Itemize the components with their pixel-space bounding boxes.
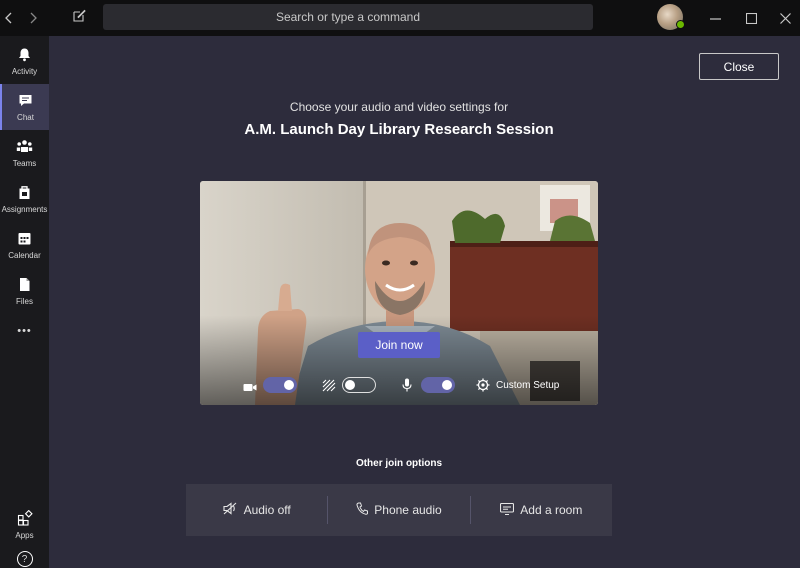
rail-item-chat[interactable]: Chat — [0, 84, 49, 130]
help-icon: ? — [16, 551, 33, 567]
apps-icon — [17, 509, 33, 531]
forward-button[interactable] — [24, 0, 42, 36]
more-icon: ••• — [17, 325, 32, 337]
rail-item-label: Assignments — [1, 204, 48, 214]
rail-item-activity[interactable]: Activity — [0, 38, 49, 84]
camera-toggle[interactable] — [263, 377, 297, 393]
chat-icon — [18, 93, 33, 113]
calendar-icon — [17, 231, 32, 251]
status-badge — [676, 20, 685, 29]
teams-icon — [16, 139, 33, 159]
background-blur-icon — [322, 379, 336, 397]
more-apps-button[interactable]: ••• — [0, 317, 49, 345]
speaker-off-icon — [223, 502, 238, 518]
camera-icon — [243, 380, 257, 398]
back-button[interactable] — [0, 0, 18, 36]
files-icon — [17, 277, 32, 297]
audio-off-option[interactable]: Audio off — [186, 484, 327, 536]
prejoin-subtitle: Choose your audio and video settings for — [289, 100, 509, 114]
close-window-button[interactable] — [774, 0, 796, 36]
microphone-toggle[interactable] — [421, 377, 455, 393]
rail-item-label: Apps — [15, 531, 34, 540]
rail-item-label: Teams — [12, 158, 37, 168]
phone-icon — [356, 502, 369, 518]
settings-gear-icon[interactable] — [476, 378, 490, 397]
rail-item-assignments[interactable]: Assignments — [0, 176, 49, 222]
rail-item-label: Activity — [11, 66, 38, 76]
other-join-options: Audio off Phone audio Add a room — [186, 484, 612, 536]
rail-item-apps[interactable]: Apps — [0, 502, 49, 548]
custom-setup-link[interactable]: Custom Setup — [496, 380, 559, 391]
close-button[interactable]: Close — [699, 53, 779, 80]
maximize-button[interactable] — [740, 0, 762, 36]
rail-item-label: Calendar — [8, 250, 41, 260]
device-controls: Custom Setup — [200, 367, 598, 405]
rail-item-files[interactable]: Files — [0, 268, 49, 314]
join-now-button[interactable]: Join now — [358, 332, 440, 358]
compose-button[interactable] — [70, 0, 88, 36]
option-label: Audio off — [243, 503, 291, 517]
rail-item-label: Chat — [17, 112, 34, 122]
microphone-icon — [402, 378, 412, 397]
background-blur-toggle[interactable] — [342, 377, 376, 393]
option-label: Phone audio — [374, 503, 442, 517]
rail-item-label: Files — [16, 296, 33, 306]
compose-icon — [72, 9, 86, 27]
search-input[interactable]: Search or type a command — [103, 4, 593, 30]
option-label: Add a room — [520, 503, 583, 517]
cast-icon — [500, 502, 515, 518]
meeting-title: A.M. Launch Day Library Research Session — [244, 121, 554, 138]
assignments-icon — [17, 185, 32, 205]
app-rail: Activity Chat Teams Assignments Calendar… — [0, 36, 49, 568]
other-join-options-label: Other join options — [355, 458, 443, 469]
rail-item-teams[interactable]: Teams — [0, 130, 49, 176]
rail-item-calendar[interactable]: Calendar — [0, 222, 49, 268]
help-button[interactable]: ? — [0, 550, 49, 568]
add-room-option[interactable]: Add a room — [471, 484, 612, 536]
title-bar: Search or type a command — [0, 0, 800, 36]
minimize-button[interactable] — [704, 0, 726, 36]
bell-icon — [17, 47, 32, 67]
phone-audio-option[interactable]: Phone audio — [328, 484, 469, 536]
